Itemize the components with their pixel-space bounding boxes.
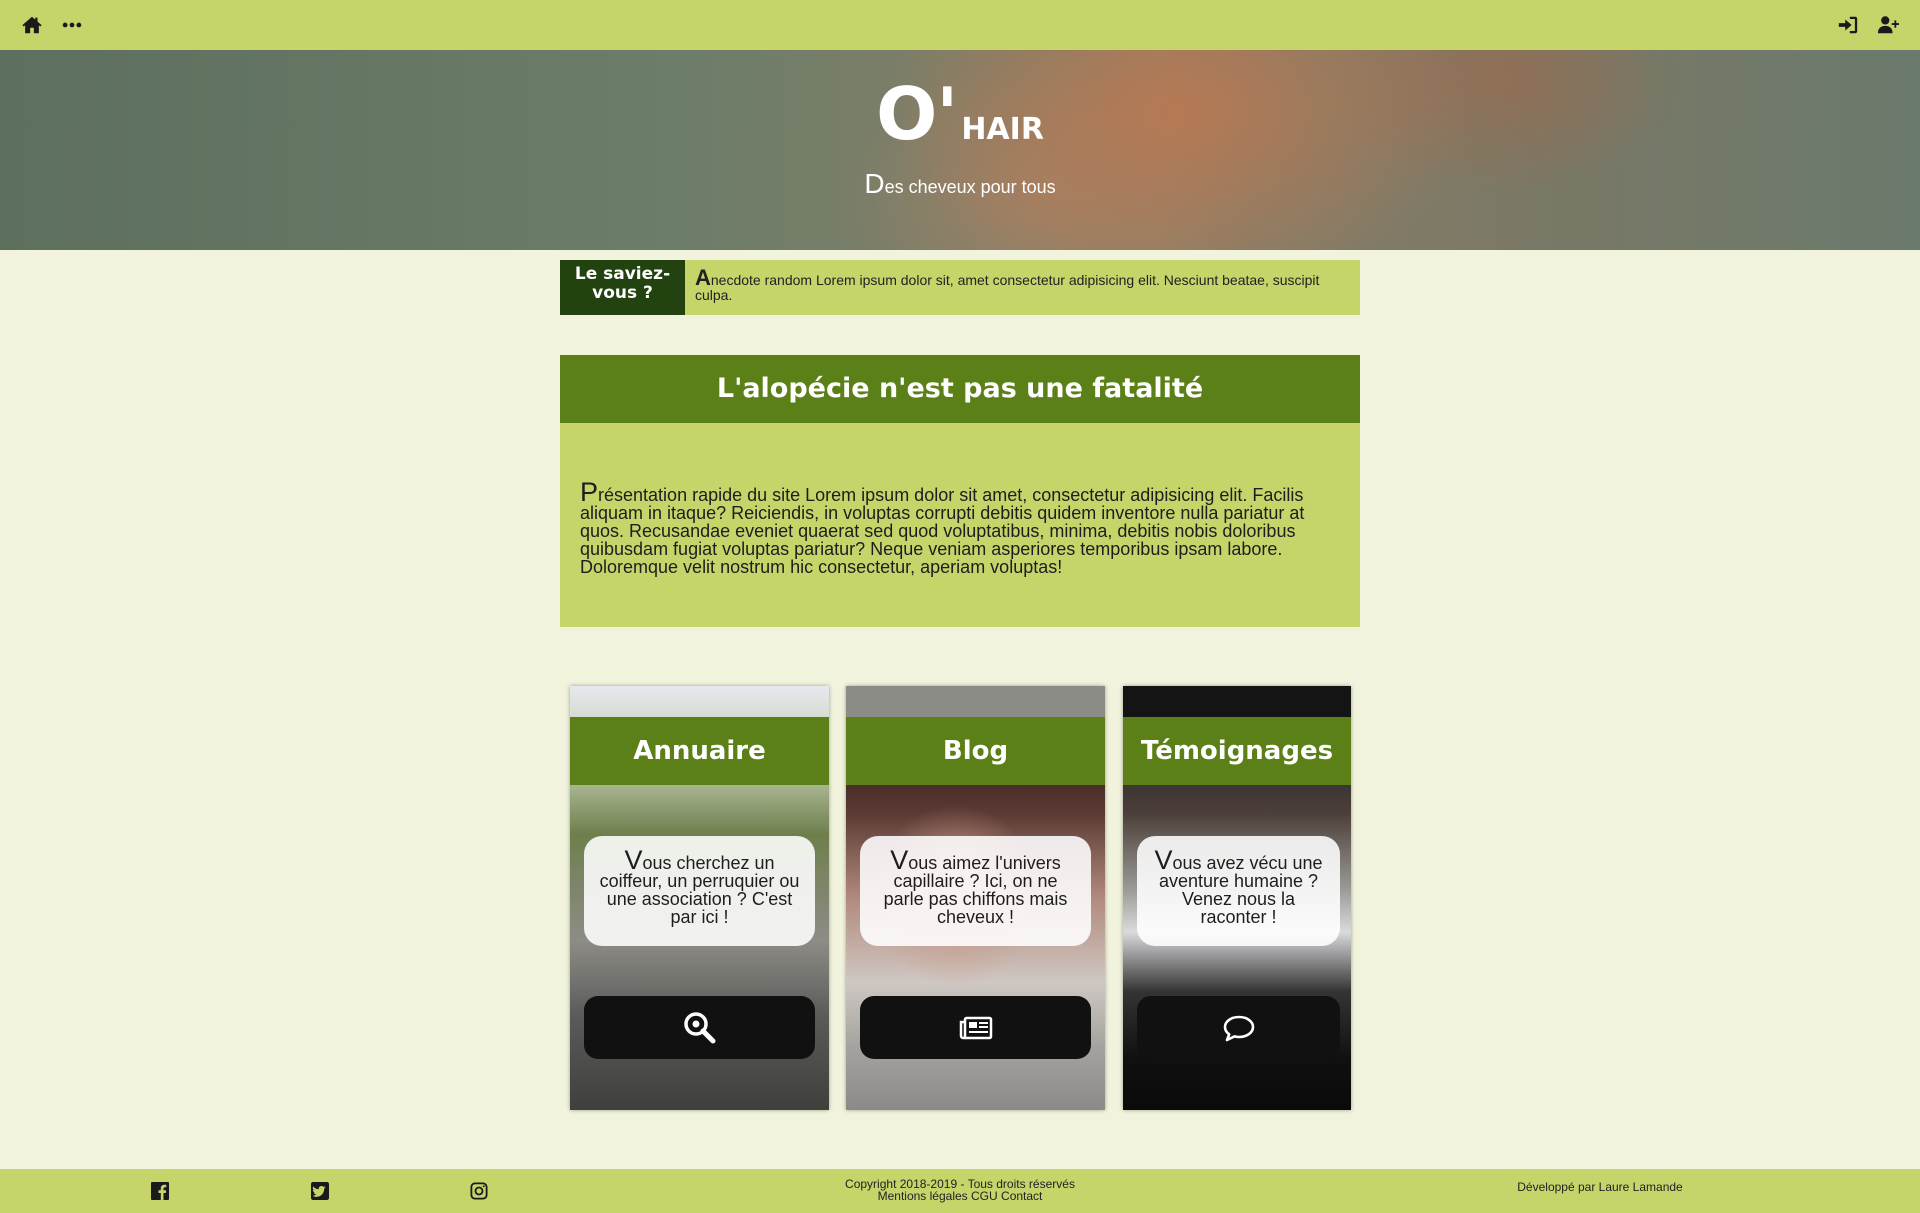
card-blog-body: ous aimez l'univers capillaire ? Ici, on… — [883, 853, 1068, 927]
user-plus-icon[interactable] — [1876, 13, 1900, 37]
did-you-know-banner: Le saviez-vous ? Anecdote random Lorem i… — [560, 260, 1360, 315]
brand-small: HAIR — [961, 112, 1044, 147]
nav-left — [20, 13, 84, 37]
contact-link[interactable]: Contact — [1001, 1189, 1042, 1203]
card-annuaire-text: Vous cherchez un coiffeur, un perruquier… — [584, 836, 815, 946]
footer: Copyright 2018-2019 - Tous droits réserv… — [0, 1169, 1920, 1213]
card-annuaire-button[interactable] — [584, 996, 815, 1059]
intro-text: résentation rapide du site Lorem ipsum d… — [580, 485, 1305, 577]
legal-notice-link[interactable]: Mentions légales — [878, 1189, 968, 1203]
card-annuaire[interactable]: Annuaire Vous cherchez un coiffeur, un p… — [570, 686, 829, 1110]
card-temoignages[interactable]: Témoignages Vous avez vécu une aventure … — [1123, 686, 1351, 1110]
developer-credit: Développé par Laure Lamande — [1517, 1180, 1683, 1194]
intro-title: L'alopécie n'est pas une fatalité — [560, 355, 1360, 423]
footer-links: Mentions légales CGU Contact — [760, 1190, 1160, 1202]
copyright: Copyright 2018-2019 - Tous droits réserv… — [760, 1178, 1160, 1202]
did-you-know-label: Le saviez-vous ? — [560, 260, 685, 315]
card-temoignages-body: ous avez vécu une aventure humaine ? Ven… — [1158, 853, 1323, 927]
card-annuaire-title[interactable]: Annuaire — [570, 717, 829, 785]
subtitle-initial: D — [864, 168, 885, 199]
card-blog-title[interactable]: Blog — [846, 717, 1105, 785]
twitter-icon[interactable] — [311, 1182, 329, 1200]
newspaper-icon — [959, 1016, 992, 1039]
card-blog-text: Vous aimez l'univers capillaire ? Ici, o… — [860, 836, 1091, 946]
search-icon — [683, 1011, 715, 1043]
instagram-icon[interactable] — [470, 1182, 488, 1200]
brand-logo[interactable]: O' HAIR — [0, 72, 1920, 156]
intro-body: Présentation rapide du site Lorem ipsum … — [560, 423, 1360, 627]
card-temoignages-title[interactable]: Témoignages — [1123, 717, 1351, 785]
brand-big: O' — [876, 72, 958, 156]
subtitle-text: es cheveux pour tous — [884, 177, 1056, 197]
card-temoignages-button[interactable] — [1137, 996, 1340, 1059]
home-icon[interactable] — [20, 13, 44, 37]
sign-in-icon[interactable] — [1836, 13, 1860, 37]
more-icon[interactable] — [60, 13, 84, 37]
anecdote-text: Anecdote random Lorem ipsum dolor sit, a… — [685, 260, 1360, 315]
comment-icon — [1223, 1015, 1254, 1041]
facebook-icon[interactable] — [151, 1182, 169, 1200]
hero-subtitle: Des cheveux pour tous — [0, 168, 1920, 200]
anecdote-body: necdote random Lorem ipsum dolor sit, am… — [695, 272, 1320, 303]
hero-banner: O' HAIR Des cheveux pour tous — [0, 50, 1920, 250]
card-blog[interactable]: Blog Vous aimez l'univers capillaire ? I… — [846, 686, 1105, 1110]
nav-right — [1836, 13, 1900, 37]
card-blog-button[interactable] — [860, 996, 1091, 1059]
card-temoignages-text: Vous avez vécu une aventure humaine ? Ve… — [1137, 836, 1340, 946]
cgu-link[interactable]: CGU — [971, 1189, 998, 1203]
top-nav — [0, 0, 1920, 50]
